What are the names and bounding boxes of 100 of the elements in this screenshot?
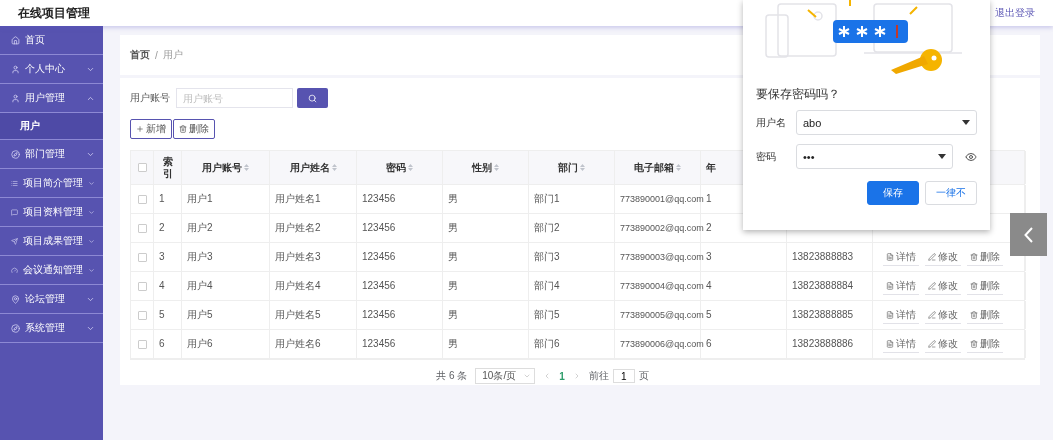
password-select[interactable]: •••	[796, 144, 953, 169]
sort-icon	[244, 164, 249, 171]
table-cell: 13823888883	[792, 251, 854, 263]
username-label: 用户名	[756, 115, 787, 130]
sidebar-item[interactable]: 部门管理	[0, 140, 103, 169]
sidebar-item[interactable]: 系统管理	[0, 314, 103, 343]
table-cell: 男	[448, 338, 458, 350]
username-select[interactable]: abo	[796, 110, 977, 135]
table-cell: 部门2	[534, 222, 560, 234]
password-label: 密码	[756, 149, 777, 164]
table-cell: 用户姓名1	[275, 193, 321, 205]
table-cell: 773890006@qq.com	[620, 338, 704, 350]
trash-icon	[970, 310, 978, 319]
table-cell: 2	[159, 222, 165, 234]
sidebar-subitem[interactable]: 用户	[0, 113, 103, 140]
detail-button[interactable]: 详情	[883, 248, 919, 266]
checkbox[interactable]	[137, 223, 147, 233]
table-cell: 男	[448, 251, 458, 263]
table-cell: 男	[448, 222, 458, 234]
table-cell: 123456	[362, 338, 396, 350]
chat-icon	[11, 207, 18, 217]
page-suffix: 页	[638, 369, 649, 383]
table-cell: 男	[448, 193, 458, 205]
table-cell: 3	[706, 251, 712, 263]
compass-icon	[11, 149, 20, 159]
column-header[interactable]: 性别	[472, 161, 492, 174]
app-title: 在线项目管理	[18, 4, 90, 22]
goto-page-field[interactable]: 1	[612, 369, 635, 383]
checkbox[interactable]	[137, 163, 147, 172]
table-cell: 13823888884	[792, 280, 854, 292]
sidebar-item[interactable]: 首页	[0, 26, 103, 55]
table-cell: 773890002@qq.com	[620, 222, 704, 234]
table-cell: 部门3	[534, 251, 560, 263]
column-header: 年	[706, 161, 716, 174]
column-header[interactable]: 用户姓名	[289, 161, 330, 174]
trash-icon	[970, 281, 978, 290]
delete-button[interactable]: 删除	[173, 119, 215, 139]
trash-icon	[970, 252, 978, 261]
detail-button[interactable]: 详情	[883, 335, 919, 353]
table-cell: 123456	[362, 222, 396, 234]
table-cell: 773890005@qq.com	[620, 309, 704, 321]
checkbox[interactable]	[137, 281, 147, 291]
chevron-icon	[523, 372, 532, 380]
add-button[interactable]: 新增	[130, 119, 172, 139]
table-cell: 4	[159, 280, 165, 292]
save-button[interactable]: 保存	[867, 181, 919, 205]
table-cell: 773890003@qq.com	[620, 251, 704, 263]
sidebar-item[interactable]: 个人中心	[0, 55, 103, 84]
breadcrumb-link[interactable]: 首页	[130, 48, 150, 62]
search-field[interactable]: 用户账号	[176, 88, 293, 108]
search-label: 用户账号	[130, 91, 170, 105]
table-cell: 123456	[362, 280, 396, 292]
table-cell: 1	[159, 193, 165, 205]
checkbox[interactable]	[137, 194, 147, 204]
popup-title: 要保存密码吗？	[756, 86, 841, 103]
never-button[interactable]: 一律不	[925, 181, 977, 205]
sidebar-item[interactable]: 会议通知管理	[0, 256, 103, 285]
pencil-icon	[928, 252, 936, 261]
column-header[interactable]: 电子邮箱	[634, 161, 674, 174]
column-header[interactable]: 部门	[558, 161, 578, 174]
detail-button[interactable]: 详情	[883, 277, 919, 295]
search-button[interactable]	[297, 88, 328, 108]
sidebar-item[interactable]: 项目资料管理	[0, 198, 103, 227]
breadcrumb-separator: /	[155, 49, 158, 61]
total-count: 共 6 条	[436, 369, 468, 383]
table-cell: 3	[159, 251, 165, 263]
column-header[interactable]: 密码	[386, 161, 406, 174]
eye-icon[interactable]	[965, 150, 977, 163]
checkbox[interactable]	[137, 310, 147, 320]
table-cell: 用户3	[187, 251, 213, 263]
search-icon	[308, 93, 317, 103]
checkbox[interactable]	[137, 339, 147, 349]
detail-button[interactable]: 详情	[883, 306, 919, 324]
collapse-tab[interactable]	[1010, 213, 1047, 256]
document-icon	[886, 310, 894, 319]
list-icon	[11, 178, 18, 188]
pencil-icon	[928, 339, 936, 348]
page-number[interactable]: 1	[559, 370, 565, 382]
table-cell: 用户4	[187, 280, 213, 292]
sidebar-item[interactable]: 项目成果管理	[0, 227, 103, 256]
table-cell: 13823888886	[792, 338, 854, 350]
table-cell: 13823888885	[792, 309, 854, 321]
table-cell: 1	[706, 193, 712, 205]
logout-link[interactable]: 退出登录	[995, 6, 1035, 20]
page-size-select[interactable]: 10条/页	[475, 368, 536, 384]
table-cell: 用户2	[187, 222, 213, 234]
pin-icon	[11, 294, 20, 304]
table-cell: 123456	[362, 193, 396, 205]
document-icon	[886, 281, 894, 290]
checkbox[interactable]	[137, 252, 147, 262]
sort-icon	[331, 164, 337, 171]
column-header[interactable]: 用户账号	[202, 161, 242, 174]
table-cell: 用户姓名3	[275, 251, 321, 263]
sidebar-item[interactable]: 项目简介管理	[0, 169, 103, 198]
table-cell: 部门4	[534, 280, 560, 292]
sidebar-item[interactable]: 论坛管理	[0, 285, 103, 314]
table-cell: 4	[706, 280, 712, 292]
sort-icon	[408, 164, 413, 171]
sort-icon	[494, 164, 499, 171]
table-cell: 6	[706, 338, 712, 350]
